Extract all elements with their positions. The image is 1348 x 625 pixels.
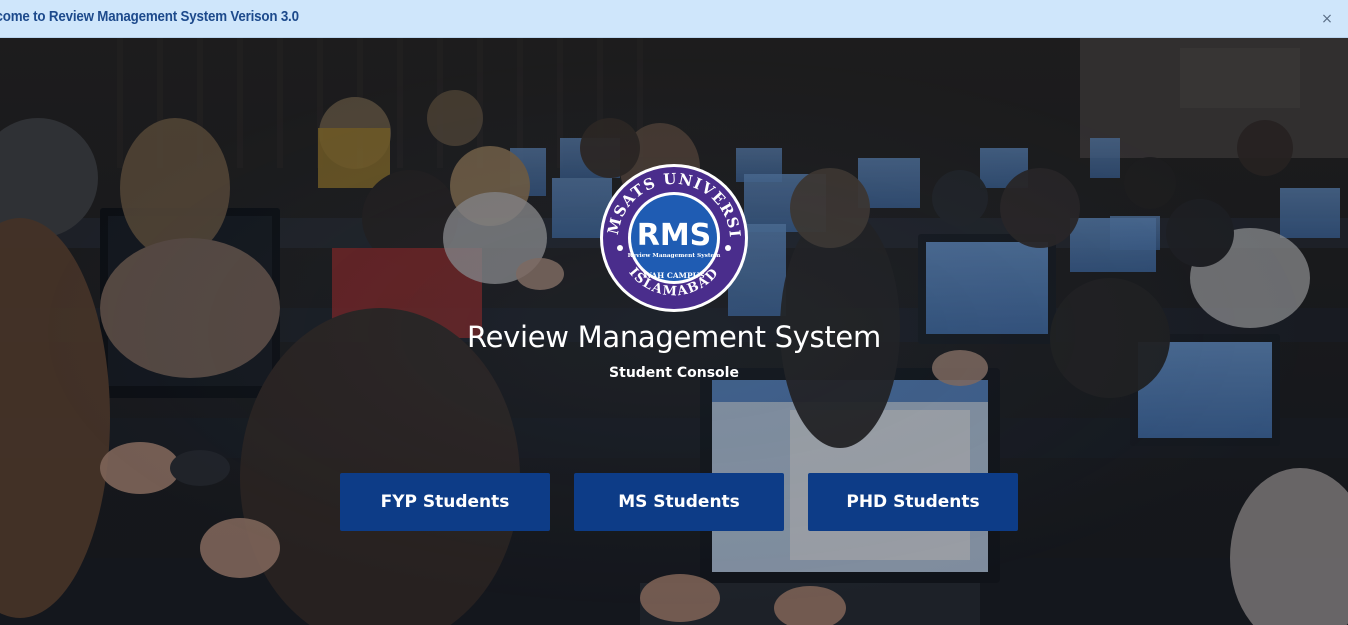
phd-students-button[interactable]: PHD Students (808, 473, 1018, 531)
banner-text: lcome to Review Management System Veriso… (0, 9, 299, 25)
page-subtitle: Student Console (609, 365, 739, 381)
logo-campus: WAH CAMPUS (642, 271, 704, 280)
welcome-banner: lcome to Review Management System Veriso… (0, 0, 1348, 38)
logo-tagline: Review Management System (628, 253, 721, 259)
page-title: Review Management System (467, 320, 881, 354)
logo-acronym: RMS (637, 218, 712, 253)
close-icon[interactable]: × (1320, 12, 1334, 26)
ms-students-button[interactable]: MS Students (574, 473, 784, 531)
fyp-students-button[interactable]: FYP Students (340, 473, 550, 531)
hero-section: COMSATS UNIVERSITY ISLAMABAD RMS Review … (0, 38, 1348, 625)
comsats-rms-logo: COMSATS UNIVERSITY ISLAMABAD RMS Review … (598, 162, 748, 312)
